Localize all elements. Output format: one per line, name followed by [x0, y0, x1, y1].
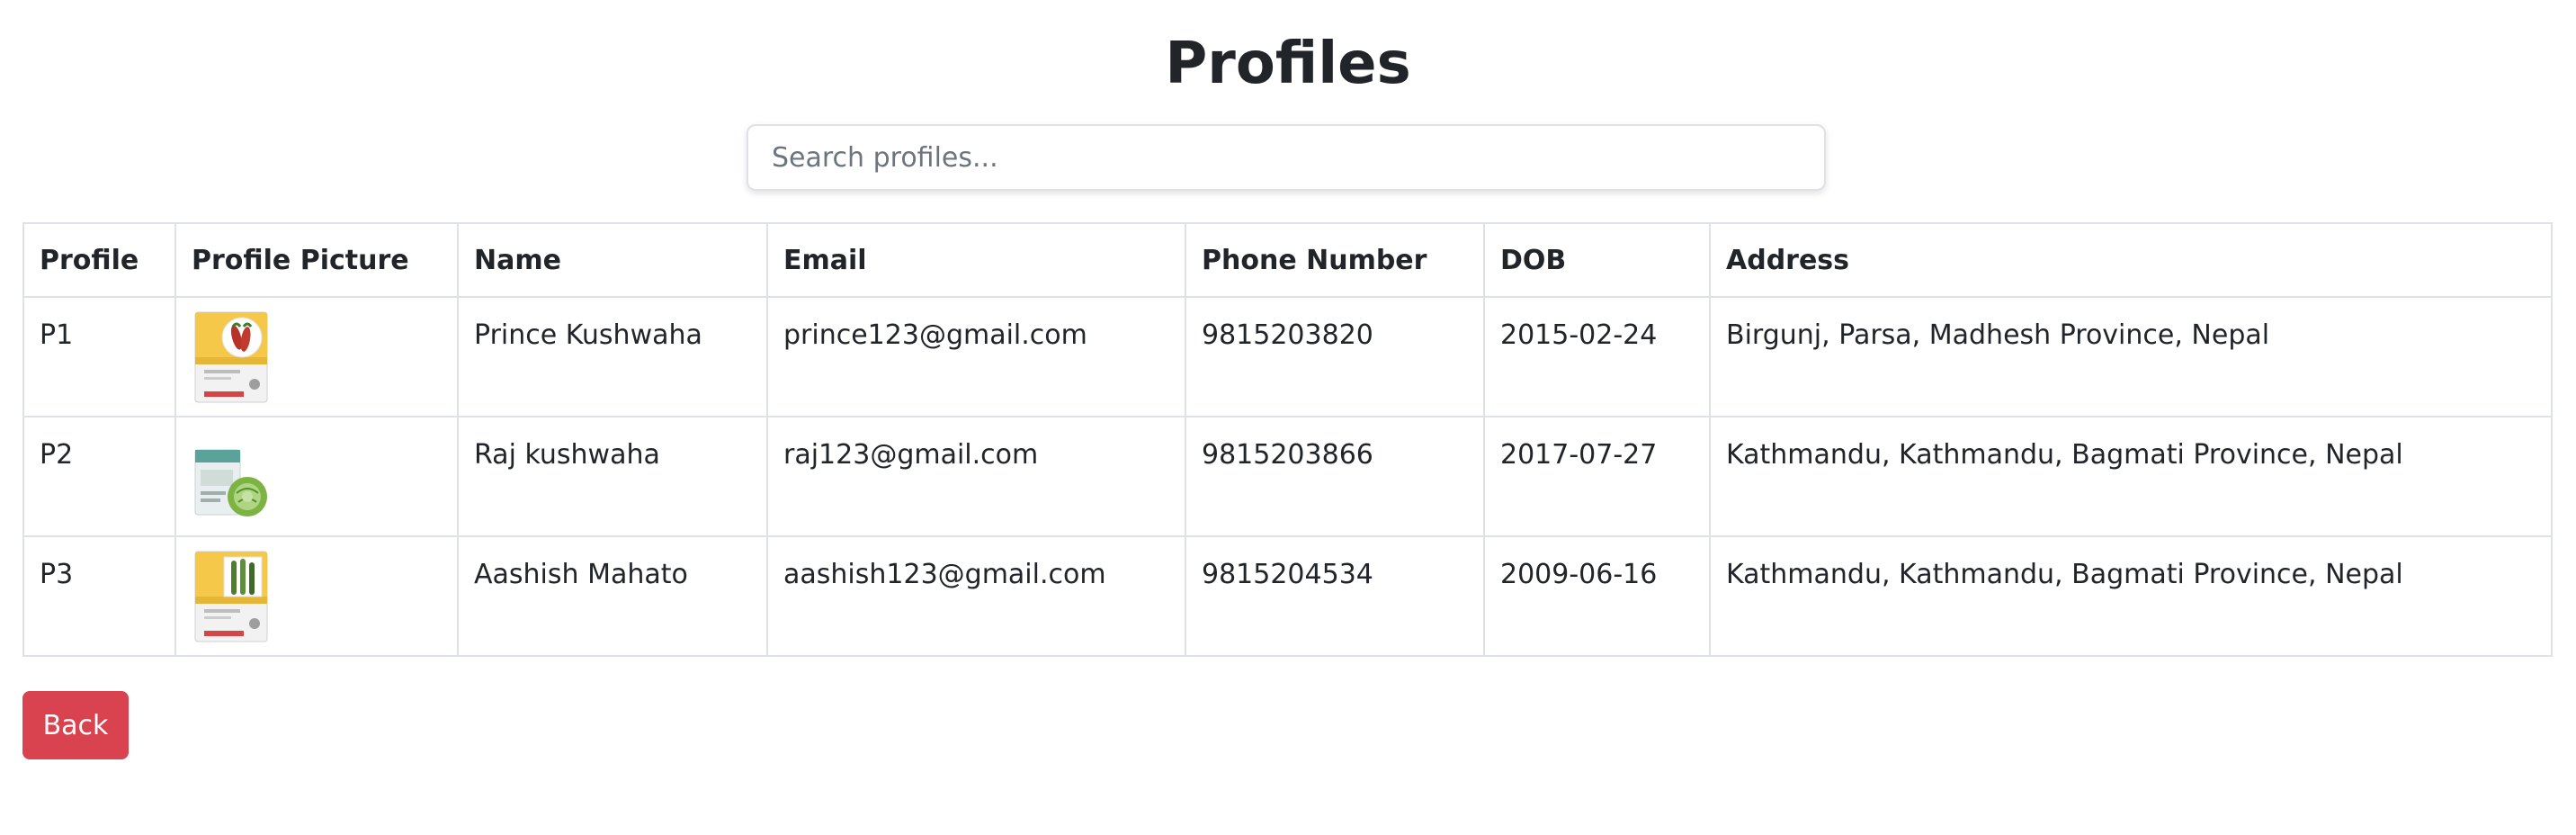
column-header-name: Name [457, 222, 768, 298]
column-header-email: Email [766, 222, 1186, 298]
address-cell: Kathmandu, Kathmandu, Bagmati Province, … [1709, 416, 2553, 537]
name-cell: Prince Kushwaha [457, 296, 768, 418]
column-header-phone: Phone Number [1185, 222, 1485, 298]
back-button[interactable]: Back [22, 691, 129, 759]
column-header-dob: DOB [1483, 222, 1711, 298]
profiles-table: Profile Profile Picture Name Email Phone… [22, 222, 2553, 657]
column-header-address: Address [1709, 222, 2553, 298]
profiles-page: Profiles Profile Profile Picture Name Em… [0, 0, 2576, 835]
column-header-picture: Profile Picture [174, 222, 459, 298]
address-cell: Birgunj, Parsa, Madhesh Province, Nepal [1709, 296, 2553, 418]
seed-packet-cabbage-thumbnail-icon [194, 449, 267, 516]
dob-cell: 2009-06-16 [1483, 535, 1711, 657]
profile-id-cell: P3 [22, 535, 176, 657]
seed-packet-red-thumbnail-icon [194, 311, 268, 403]
phone-cell: 9815203866 [1185, 416, 1485, 537]
profile-id-cell: P1 [22, 296, 176, 418]
email-cell: aashish123@gmail.com [766, 535, 1186, 657]
name-cell: Aashish Mahato [457, 535, 768, 657]
profile-picture-cell [174, 416, 459, 537]
table-row: P1 Prince Kushwaha prince123@gmail.com 9… [22, 296, 2553, 418]
dob-cell: 2017-07-27 [1483, 416, 1711, 537]
column-header-profile: Profile [22, 222, 176, 298]
table-row: P2 Raj kushwaha raj123@gmail.com 9815203… [22, 416, 2553, 537]
table-header-row: Profile Profile Picture Name Email Phone… [22, 222, 2553, 298]
profile-picture-cell [174, 296, 459, 418]
search-input[interactable] [747, 124, 1826, 191]
page-title: Profiles [1165, 31, 1411, 97]
seed-packet-green-thumbnail-icon [194, 551, 268, 642]
phone-cell: 9815203820 [1185, 296, 1485, 418]
address-cell: Kathmandu, Kathmandu, Bagmati Province, … [1709, 535, 2553, 657]
profile-picture-cell [174, 535, 459, 657]
phone-cell: 9815204534 [1185, 535, 1485, 657]
dob-cell: 2015-02-24 [1483, 296, 1711, 418]
table-row: P3 Aashish Mahato aashish123@gmail.com 9… [22, 535, 2553, 657]
name-cell: Raj kushwaha [457, 416, 768, 537]
email-cell: raj123@gmail.com [766, 416, 1186, 537]
profile-id-cell: P2 [22, 416, 176, 537]
email-cell: prince123@gmail.com [766, 296, 1186, 418]
